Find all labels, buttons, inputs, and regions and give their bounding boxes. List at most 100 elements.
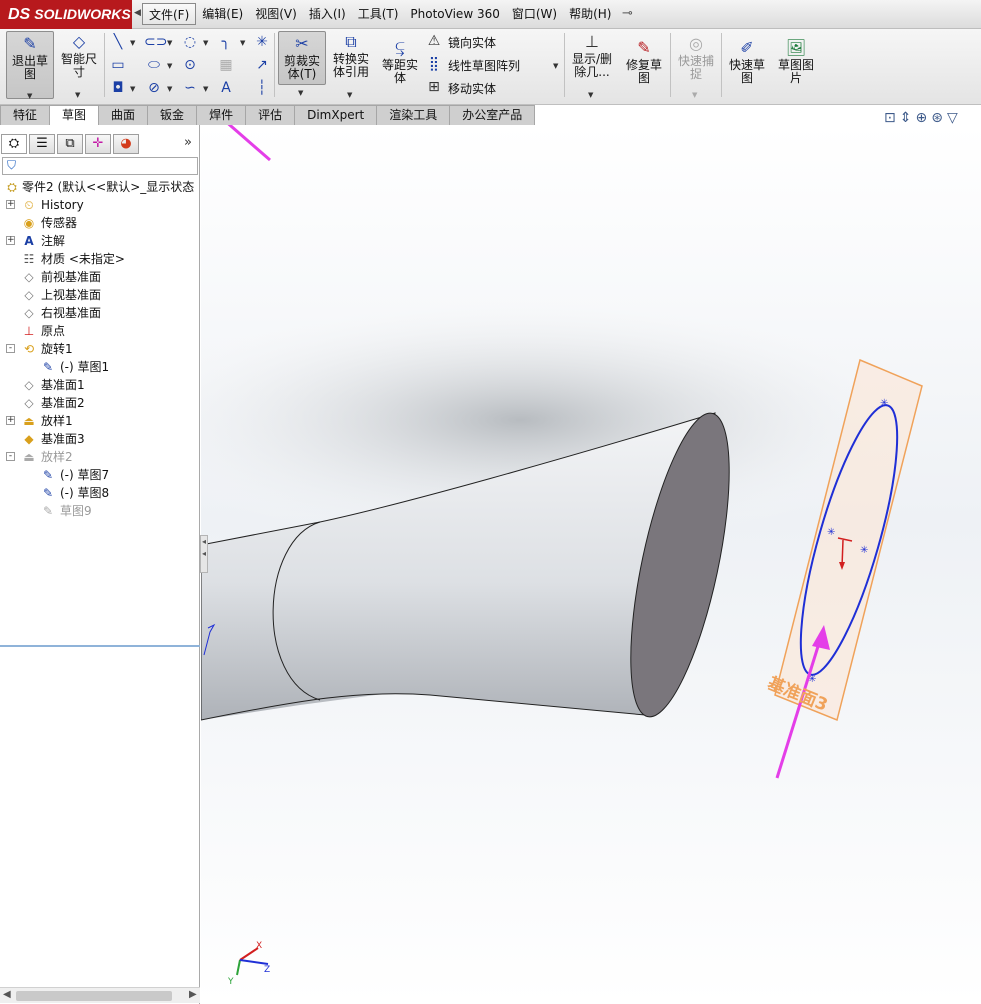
tree-item-material[interactable]: ☷ 材质 <未指定> — [0, 250, 200, 268]
menu-tools[interactable]: 工具(T) — [352, 3, 405, 25]
spline-curve-icon[interactable]: ∽ — [180, 79, 200, 97]
tree-item-top-plane[interactable]: ◇ 上视基准面 — [0, 286, 200, 304]
tree-item-origin[interactable]: ⊥ 原点 — [0, 322, 200, 340]
menu-file[interactable]: 文件(F) — [142, 3, 197, 25]
tree-item-sketch9[interactable]: ✎ 草图9 — [0, 502, 200, 520]
expand-toggle-icon[interactable]: + — [6, 236, 15, 245]
expand-tabs-icon[interactable]: » — [184, 135, 192, 150]
featuremanager-tab-icon[interactable]: ⛭ — [1, 134, 27, 154]
convert-dropdown-icon[interactable]: ▼ — [347, 89, 352, 102]
tree-item-plane1[interactable]: ◇ 基准面1 — [0, 376, 200, 394]
tree-item-sketch7[interactable]: ✎ (-) 草图7 — [0, 466, 200, 484]
point-tool-icon[interactable]: ✳ — [252, 33, 272, 51]
mirror-icon[interactable]: ⚠ — [424, 32, 444, 50]
property-manager-tab-icon[interactable]: ☰ — [29, 134, 55, 154]
menu-help[interactable]: 帮助(H) — [563, 3, 617, 25]
expand-toggle-icon[interactable]: - — [6, 452, 15, 461]
tab-office-products[interactable]: 办公室产品 — [449, 105, 536, 125]
exit-sketch-dropdown-icon[interactable]: ▼ — [27, 90, 32, 103]
text-tool-icon[interactable]: A — [216, 79, 236, 97]
configuration-manager-tab-icon[interactable]: ⧉ — [57, 134, 83, 154]
tree-item-revolve1[interactable]: - ⟲ 旋转1 — [0, 340, 200, 358]
zoom-in-icon[interactable]: ⊛ — [931, 110, 943, 126]
tree-item-history[interactable]: + ⏲ History — [0, 196, 200, 214]
view-orientation-icon[interactable]: ▽ — [947, 110, 958, 126]
sketch-picture-button[interactable]: 🖼 草图图片 — [773, 39, 819, 95]
tree-item-right-plane[interactable]: ◇ 右视基准面 — [0, 304, 200, 322]
tree-item-annotations[interactable]: + A 注解 — [0, 232, 200, 250]
tree-filter[interactable]: ⛉ — [2, 157, 198, 175]
tree-item-plane2[interactable]: ◇ 基准面2 — [0, 394, 200, 412]
spline-curve-dropdown-icon[interactable]: ▼ — [203, 85, 208, 93]
scroll-thumb[interactable] — [16, 991, 172, 1001]
rollback-bar[interactable] — [0, 645, 200, 647]
tree-item-sketch1[interactable]: ✎ (-) 草图1 — [0, 358, 200, 376]
rapid-sketch-button[interactable]: ✐ 快速草图 — [725, 39, 769, 95]
spline-tool-icon[interactable]: ◌ — [180, 33, 200, 51]
mirror-entities-button[interactable]: 镜向实体 — [448, 34, 496, 51]
arc-tool-icon[interactable]: ⊘ — [144, 79, 164, 97]
offset-entities-button[interactable]: ⥹ 等距实体 — [378, 39, 422, 95]
quick-snap-dropdown-icon[interactable]: ▼ — [692, 89, 697, 102]
move-entities-button[interactable]: 移动实体 — [448, 80, 496, 97]
trim-entities-button[interactable]: ✂ 剪裁实体(T) — [278, 31, 326, 85]
tree-item-sensors[interactable]: ◉ 传感器 — [0, 214, 200, 232]
graphics-area[interactable]: ✳ ✳ ✳ ✳ Y X Z 基准面3 — [201, 125, 981, 1004]
solidworks-logo[interactable]: DS SOLIDWORKS — [0, 0, 132, 29]
rectangle-tool-icon[interactable]: ▭ — [108, 56, 128, 74]
tab-features[interactable]: 特征 — [0, 105, 51, 125]
menu-collapse-arrow-icon[interactable]: ◀ — [134, 8, 141, 18]
menu-edit[interactable]: 编辑(E) — [196, 3, 249, 25]
display-manager-tab-icon[interactable]: ◕ — [113, 134, 139, 154]
spline-dropdown-icon[interactable]: ▼ — [203, 39, 208, 47]
trim-dropdown-icon[interactable]: ▼ — [298, 89, 303, 97]
line-tool-icon[interactable]: ╲ — [108, 33, 128, 51]
panel-splitter[interactable]: ◂ ◂ — [200, 535, 208, 573]
linear-pattern-dropdown-icon[interactable]: ▼ — [553, 62, 558, 70]
horizontal-scrollbar[interactable]: ◀ ▶ — [0, 987, 200, 1003]
slot-tool-icon[interactable]: ⊂⊃ — [144, 33, 167, 51]
menu-photoview[interactable]: PhotoView 360 — [404, 3, 505, 25]
circle-tool-icon[interactable]: ◘ — [108, 79, 128, 97]
zoom-area-icon[interactable]: ⊕ — [915, 110, 927, 126]
convert-entities-button[interactable]: ⧉ 转换实体引用 ▼ — [329, 33, 373, 100]
tab-dimxpert[interactable]: DimXpert — [294, 105, 378, 125]
tab-sketch[interactable]: 草图 — [49, 105, 100, 126]
show-delete-relations-button[interactable]: ⊥ 显示/删除几... ▼ — [568, 33, 616, 102]
tree-item-loft2[interactable]: - ⏏ 放样2 — [0, 448, 200, 466]
pan-icon[interactable]: ⇕ — [900, 110, 912, 126]
tab-evaluate[interactable]: 评估 — [245, 105, 296, 125]
smart-dimension-button[interactable]: ◇ 智能尺寸 ▼ — [57, 33, 101, 102]
line-dropdown-icon[interactable]: ▼ — [130, 39, 135, 47]
scroll-right-icon[interactable]: ▶ — [189, 989, 197, 1000]
circle-dropdown-icon[interactable]: ▼ — [130, 85, 135, 93]
move-entities-icon[interactable]: ⊞ — [424, 78, 444, 96]
expand-toggle-icon[interactable]: - — [6, 344, 15, 353]
tree-item-plane3[interactable]: ◆ 基准面3 — [0, 430, 200, 448]
tab-render-tools[interactable]: 渲染工具 — [376, 105, 451, 125]
show-delete-dropdown-icon[interactable]: ▼ — [588, 89, 593, 102]
smart-dimension-dropdown-icon[interactable]: ▼ — [75, 89, 80, 102]
tab-sheet-metal[interactable]: 钣金 — [147, 105, 198, 125]
linear-pattern-button[interactable]: 线性草图阵列 — [448, 57, 520, 74]
menu-insert[interactable]: 插入(I) — [303, 3, 352, 25]
fillet-tool-icon[interactable]: ╮ — [216, 33, 236, 51]
expand-toggle-icon[interactable]: + — [6, 416, 15, 425]
tree-item-sketch8[interactable]: ✎ (-) 草图8 — [0, 484, 200, 502]
quick-snaps-button[interactable]: ◎ 快速捕捉 ▼ — [674, 35, 718, 102]
tree-root[interactable]: ⛭ 零件2 (默认<<默认>_显示状态 — [0, 178, 200, 196]
fillet-dropdown-icon[interactable]: ▼ — [240, 39, 245, 47]
arc-dropdown-icon[interactable]: ▼ — [167, 85, 172, 93]
ellipse-dropdown-icon[interactable]: ▼ — [167, 62, 172, 70]
linear-pattern-icon[interactable]: ⣿ — [424, 55, 444, 73]
expand-toggle-icon[interactable]: + — [6, 200, 15, 209]
pin-icon[interactable]: ⊸ — [622, 6, 633, 21]
centerline-tool-icon[interactable]: ↗ — [252, 56, 272, 74]
ellipse-tool-icon[interactable]: ⬭ — [144, 56, 164, 74]
construction-icon[interactable]: ┆ — [252, 79, 272, 97]
exit-sketch-button[interactable]: ✎ 退出草图 ▼ — [6, 31, 54, 100]
scroll-left-icon[interactable]: ◀ — [3, 989, 11, 1000]
menu-window[interactable]: 窗口(W) — [506, 3, 563, 25]
tab-surfaces[interactable]: 曲面 — [98, 105, 149, 125]
dimxpert-manager-tab-icon[interactable]: ✛ — [85, 134, 111, 154]
